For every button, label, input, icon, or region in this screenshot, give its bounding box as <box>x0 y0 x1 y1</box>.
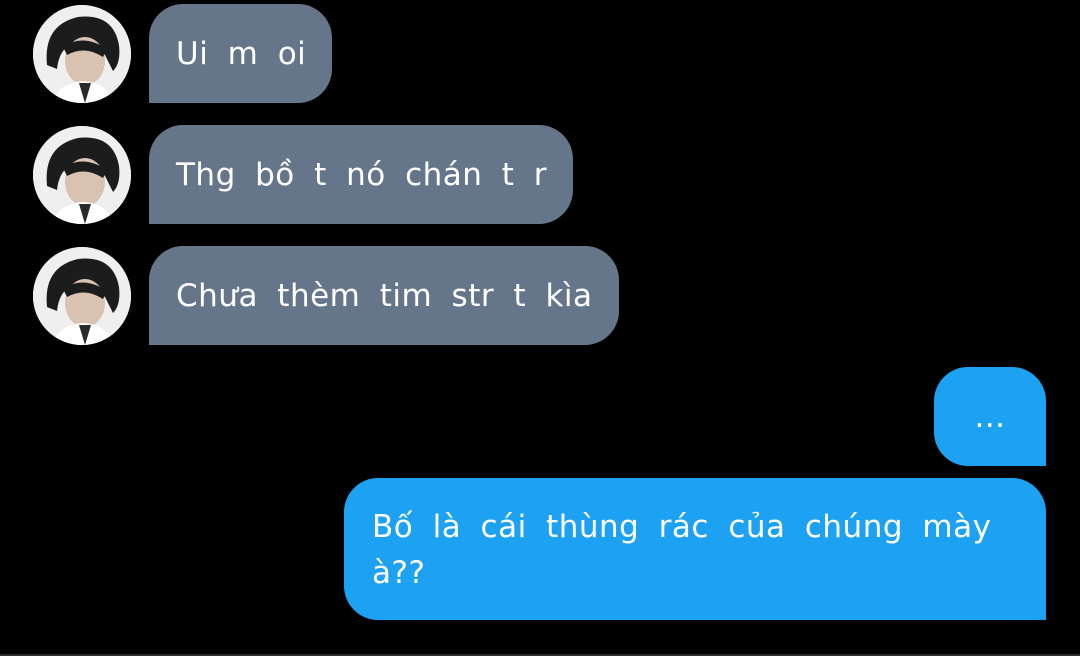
message-text-line: Bố là cái thùng rác của chúng mày <box>372 509 992 545</box>
incoming-message-bubble[interactable]: Chưa thèm tim str t kìa <box>149 246 619 345</box>
outgoing-message-bubble[interactable]: ... <box>934 367 1046 466</box>
message-text-line: à?? <box>372 555 426 591</box>
avatar-photo <box>33 126 131 224</box>
incoming-message-bubble[interactable]: Ui m oi <box>149 4 333 103</box>
message-text: Chưa thèm tim str t kìa <box>176 277 593 314</box>
sender-avatar[interactable] <box>33 247 131 345</box>
message-text: Thg bồ t nó chán t r <box>176 156 548 193</box>
message-text: ... <box>974 398 1006 435</box>
avatar-photo <box>33 247 131 345</box>
message-text: Ui m oi <box>176 35 307 72</box>
incoming-message-bubble[interactable]: Thg bồ t nó chán t r <box>149 125 574 224</box>
outgoing-message-bubble[interactable]: Bố là cái thùng rác của chúng mày à?? <box>344 478 1046 620</box>
sender-avatar[interactable] <box>33 126 131 224</box>
avatar-photo <box>33 5 131 103</box>
sender-avatar[interactable] <box>33 5 131 103</box>
